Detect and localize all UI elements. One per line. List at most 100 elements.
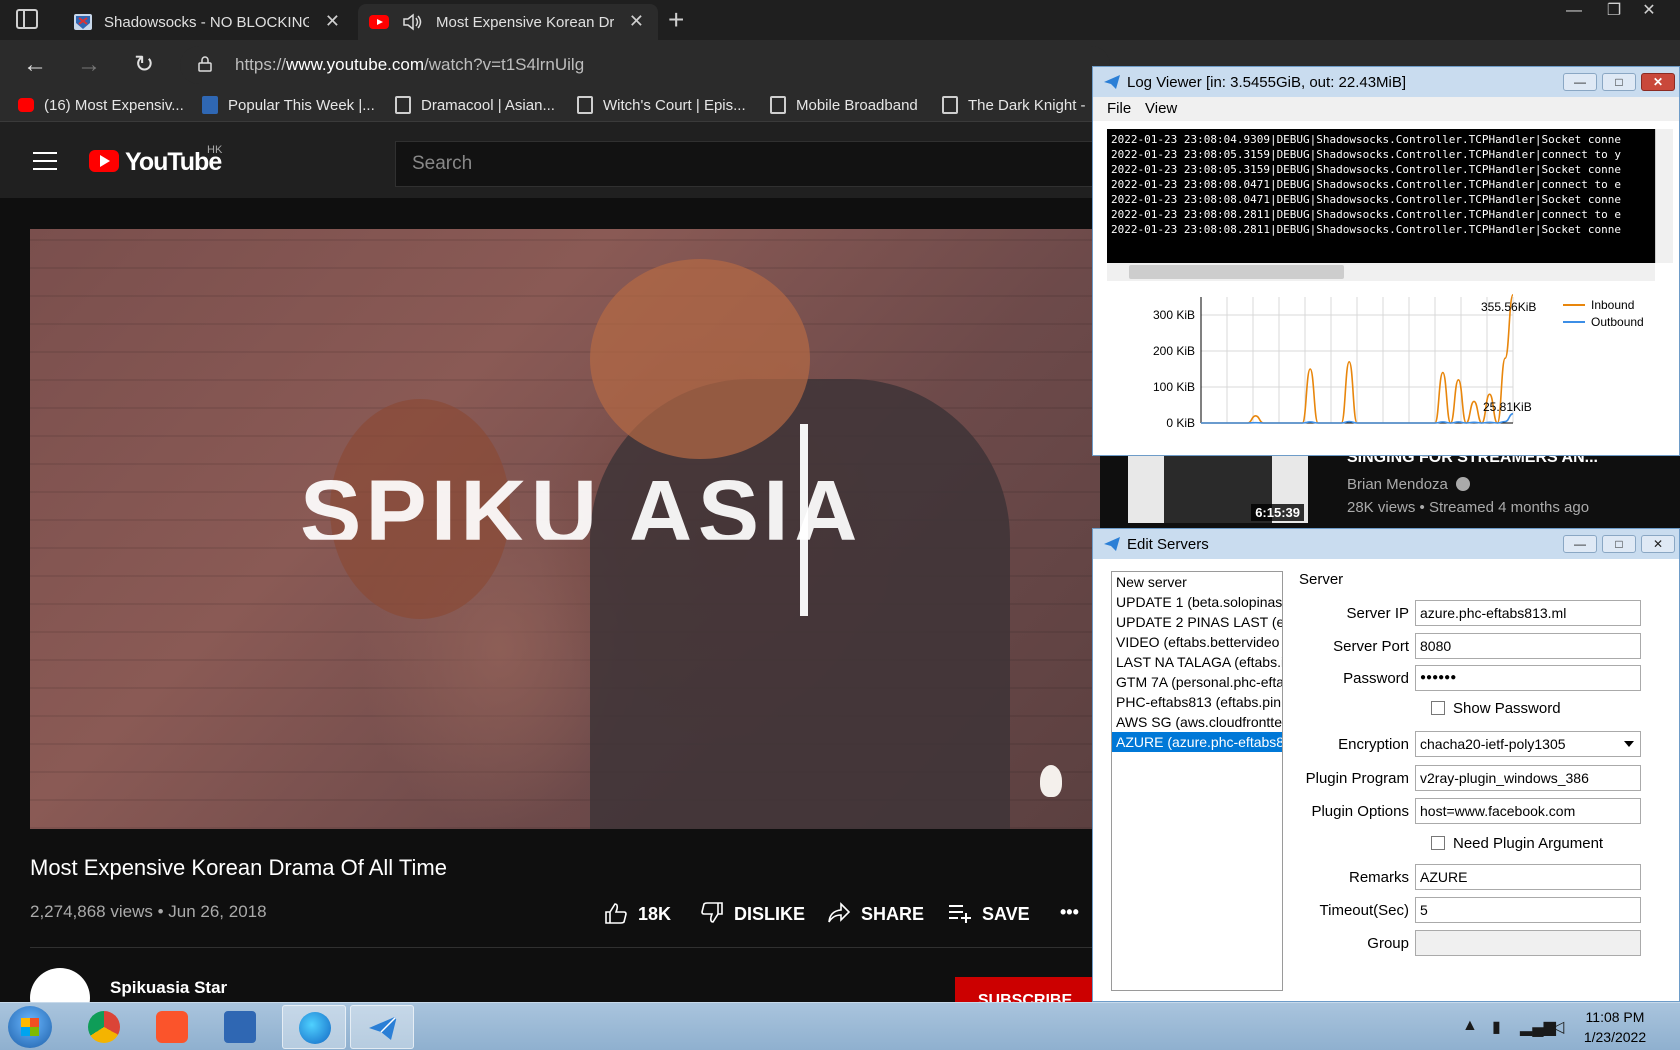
bookmark-label: (16) Most Expensiv... — [44, 97, 184, 114]
video-player[interactable]: SPIKU ASIA — [30, 229, 1100, 829]
server-list-item[interactable]: VIDEO (eftabs.bettervideo — [1112, 632, 1282, 652]
bookmark-item[interactable]: Witch's Court | Epis... — [577, 95, 746, 117]
checkbox-box[interactable] — [1431, 701, 1445, 715]
share-button[interactable]: SHARE — [827, 902, 924, 925]
chart-annotation: 25.81KiB — [1483, 400, 1532, 414]
server-ip-input[interactable]: azure.phc-eftabs813.ml — [1415, 600, 1641, 626]
need-plugin-argument-checkbox[interactable]: Need Plugin Argument — [1431, 835, 1603, 852]
taskbar-shield-app[interactable] — [208, 1005, 272, 1049]
menu-icon[interactable] — [33, 152, 57, 170]
titlebar[interactable]: Edit Servers — □ ✕ — [1093, 529, 1679, 559]
maximize-icon[interactable]: □ — [1602, 535, 1636, 553]
save-button[interactable]: SAVE — [948, 902, 1030, 925]
taskbar-edge[interactable] — [282, 1005, 346, 1049]
lock-icon — [198, 56, 212, 72]
bookmark-item[interactable]: Mobile Broadband — [770, 95, 918, 117]
close-tab-icon[interactable]: ✕ — [325, 11, 340, 32]
suggested-video-channel[interactable]: Brian Mendoza — [1347, 476, 1471, 493]
taskbar-chrome[interactable] — [72, 1005, 136, 1049]
vertical-scrollbar[interactable] — [1655, 129, 1673, 263]
encryption-select[interactable]: chacha20-ietf-poly1305 — [1415, 731, 1641, 757]
menu-view[interactable]: View — [1145, 100, 1177, 117]
restore-icon[interactable]: ❐ — [1595, 0, 1633, 24]
timeout-input[interactable]: 5 — [1415, 897, 1641, 923]
dislike-button[interactable]: DISLIKE — [700, 902, 805, 925]
save-label: SAVE — [982, 904, 1030, 924]
edge-icon — [299, 1012, 331, 1044]
speaker-icon[interactable] — [402, 13, 424, 31]
server-list-item[interactable]: New server — [1112, 572, 1282, 592]
server-list-item[interactable]: LAST NA TALAGA (eftabs.i — [1112, 652, 1282, 672]
server-list-item[interactable]: UPDATE 1 (beta.solopinasc — [1112, 592, 1282, 612]
youtube-favicon-icon — [369, 15, 389, 29]
like-button[interactable]: 18K — [604, 902, 671, 925]
log-output[interactable]: 2022-01-23 23:08:04.9309|DEBUG|Shadowsoc… — [1107, 129, 1655, 263]
server-ip-label: Server IP — [1346, 605, 1409, 622]
plugin-options-input[interactable]: host=www.facebook.com — [1415, 798, 1641, 824]
server-list-item[interactable]: AWS SG (aws.cloudfrontte — [1112, 712, 1282, 732]
back-icon[interactable]: ← — [20, 50, 50, 80]
minimize-icon[interactable]: — — [1563, 73, 1597, 91]
system-clock[interactable]: 11:08 PM 1/23/2022 — [1570, 1007, 1660, 1047]
horizontal-scrollbar[interactable] — [1107, 263, 1655, 281]
password-input[interactable]: ●●●●●● — [1415, 665, 1641, 691]
forward-icon[interactable]: → — [74, 50, 104, 80]
taskbar-shadowsocks[interactable] — [350, 1005, 414, 1049]
new-tab-icon[interactable]: + — [668, 4, 684, 36]
url-field[interactable]: https://www.youtube.com/watch?v=t1S4lrnU… — [180, 46, 1110, 84]
volume-icon[interactable]: ◁ — [1552, 1017, 1564, 1037]
search-input[interactable]: Search — [395, 141, 1100, 187]
encryption-label: Encryption — [1338, 736, 1409, 753]
close-window-icon[interactable]: ✕ — [1630, 0, 1668, 24]
titlebar[interactable]: Log Viewer [in: 3.5455GiB, out: 22.43MiB… — [1093, 67, 1679, 97]
network-signal-icon[interactable]: ▂▄▆ — [1520, 1017, 1556, 1037]
shield-icon — [202, 96, 218, 114]
start-button[interactable] — [8, 1006, 52, 1048]
dropdown-arrow-icon[interactable] — [1624, 741, 1634, 747]
show-password-checkbox[interactable]: Show Password — [1431, 700, 1561, 717]
close-tab-icon[interactable]: ✕ — [629, 11, 644, 32]
minimize-icon[interactable]: — — [1555, 0, 1593, 24]
checkbox-box[interactable] — [1431, 836, 1445, 850]
maximize-icon[interactable]: □ — [1602, 73, 1636, 91]
url-path: /watch?v=t1S4lrnUilg — [423, 55, 585, 74]
plugin-program-input[interactable]: v2ray-plugin_windows_386 — [1415, 765, 1641, 791]
channel-name[interactable]: Spikuasia Star — [110, 978, 227, 998]
bookmark-item[interactable]: Popular This Week |... — [202, 95, 375, 117]
legend-label: Inbound — [1591, 298, 1634, 312]
video-overlay-line — [800, 424, 808, 616]
shield-favicon-icon — [74, 14, 92, 30]
tab-youtube[interactable]: Most Expensive Korean Dra ✕ — [358, 4, 658, 40]
chart-annotation: 355.56KiB — [1481, 300, 1536, 314]
more-actions-icon[interactable]: ••• — [1060, 902, 1079, 923]
tab-shadowsocks[interactable]: Shadowsocks - NO BLOCKING SC ✕ — [62, 4, 354, 40]
bookmark-item[interactable]: The Dark Knight - — [942, 95, 1086, 117]
remarks-input[interactable]: AZURE — [1415, 864, 1641, 890]
server-list[interactable]: New server UPDATE 1 (beta.solopinasc UPD… — [1111, 571, 1283, 991]
server-port-input[interactable]: 8080 — [1415, 633, 1641, 659]
server-list-item[interactable]: GTM 7A (personal.phc-efta — [1112, 672, 1282, 692]
legend-label: Outbound — [1591, 315, 1644, 329]
show-hidden-icons[interactable]: ▲ — [1462, 1017, 1478, 1035]
battery-icon[interactable]: ▮ — [1492, 1017, 1501, 1037]
bookmark-item[interactable]: (16) Most Expensiv... — [18, 95, 184, 117]
page-icon — [577, 96, 593, 114]
youtube-logo-icon[interactable] — [89, 150, 119, 172]
server-list-item[interactable]: UPDATE 2 PINAS LAST (eft — [1112, 612, 1282, 632]
scrollbar-thumb[interactable] — [1129, 265, 1344, 279]
taskbar-brave[interactable] — [140, 1005, 204, 1049]
menu-file[interactable]: File — [1107, 100, 1131, 117]
close-icon[interactable]: ✕ — [1641, 535, 1675, 553]
page-icon — [942, 96, 958, 114]
reload-icon[interactable]: ↻ — [129, 50, 159, 80]
minimize-icon[interactable]: — — [1563, 535, 1597, 553]
tab-bar: Shadowsocks - NO BLOCKING SC ✕ Most Expe… — [0, 0, 1680, 40]
server-list-item-selected[interactable]: AZURE (azure.phc-eftabs8 — [1112, 732, 1282, 752]
close-icon[interactable]: ✕ — [1641, 73, 1675, 91]
tab-actions-icon[interactable] — [16, 9, 38, 29]
suggested-video-thumbnail[interactable]: 6:15:39 — [1128, 455, 1308, 523]
video-meta: 2,274,868 views • Jun 26, 2018 — [30, 902, 267, 921]
bookmark-item[interactable]: Dramacool | Asian... — [395, 95, 555, 117]
server-list-item[interactable]: PHC-eftabs813 (eftabs.pin — [1112, 692, 1282, 712]
log-line: 2022-01-23 23:08:08.0471|DEBUG|Shadowsoc… — [1111, 178, 1621, 191]
